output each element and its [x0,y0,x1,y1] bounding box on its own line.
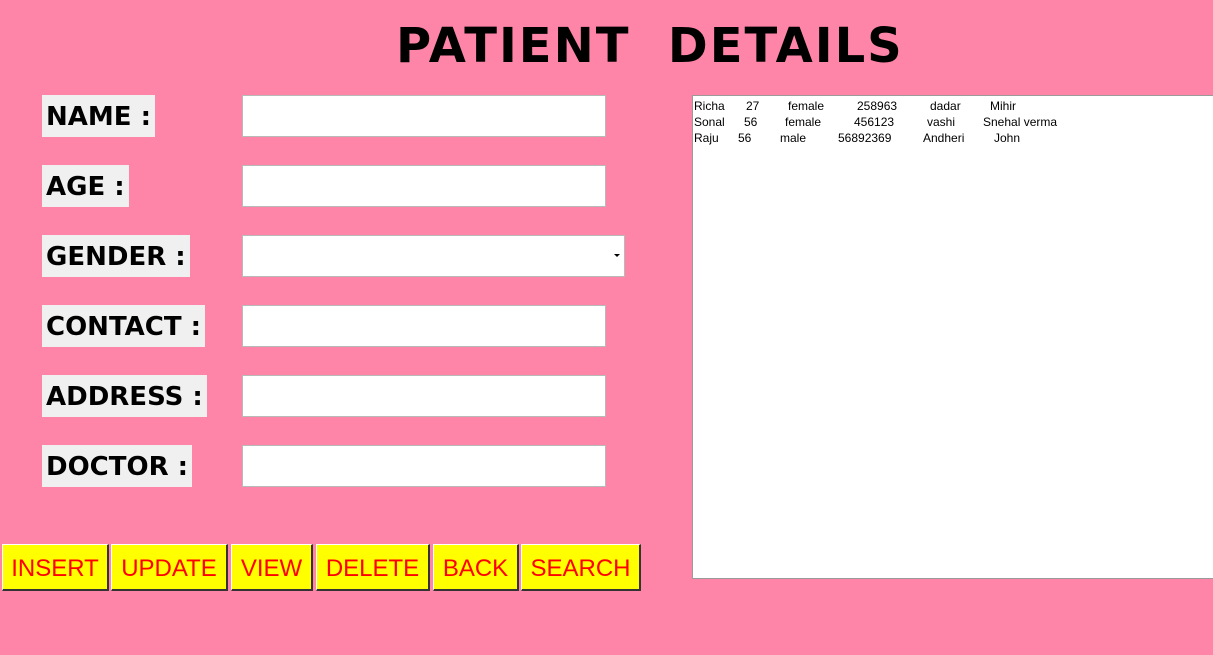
list-item[interactable]: Richa 27 female 258963 dadar Mihir [693,98,1213,114]
record-contact: 56892369 [838,131,892,145]
delete-button[interactable]: DELETE [316,544,430,591]
record-name: Richa [694,99,725,113]
doctor-label: DOCTOR : [42,445,193,487]
age-label: AGE : [42,165,129,207]
gender-select[interactable] [242,235,625,277]
record-contact: 258963 [857,99,898,113]
address-label: ADDRESS : [42,375,207,417]
record-doctor: Mihir [990,99,1016,113]
age-input[interactable] [242,165,606,207]
insert-button[interactable]: INSERT [2,544,109,591]
record-name: Sonal [694,115,725,129]
update-button[interactable]: UPDATE [111,544,228,591]
contact-input[interactable] [242,305,606,347]
back-button[interactable]: BACK [433,544,519,591]
record-doctor: Snehal verma [983,115,1058,129]
record-address: dadar [930,99,961,113]
gender-label: GENDER : [42,235,190,277]
record-gender: female [785,115,822,129]
name-input[interactable] [242,95,606,137]
record-gender: male [780,131,807,145]
record-gender: female [788,99,825,113]
search-button[interactable]: SEARCH [521,544,641,591]
list-item[interactable]: Sonal 56 female 456123 vashi Snehal verm… [693,114,1213,130]
doctor-input[interactable] [242,445,606,487]
record-address: vashi [927,115,956,129]
contact-label: CONTACT : [42,305,206,347]
list-item[interactable]: Raju 56 male 56892369 Andheri John [693,130,1213,146]
page-title: PATIENT DETAILS [396,18,904,74]
record-doctor: John [994,131,1021,145]
name-label: NAME : [42,95,155,137]
record-name: Raju [694,131,719,145]
patient-records-list[interactable]: Richa 27 female 258963 dadar Mihir Sonal… [692,95,1213,579]
record-contact: 456123 [854,115,895,129]
chevron-down-icon[interactable] [614,254,620,257]
address-input[interactable] [242,375,606,417]
record-address: Andheri [923,131,965,145]
record-age: 56 [744,115,758,129]
view-button[interactable]: VIEW [231,544,313,591]
record-age: 56 [738,131,752,145]
record-age: 27 [746,99,760,113]
